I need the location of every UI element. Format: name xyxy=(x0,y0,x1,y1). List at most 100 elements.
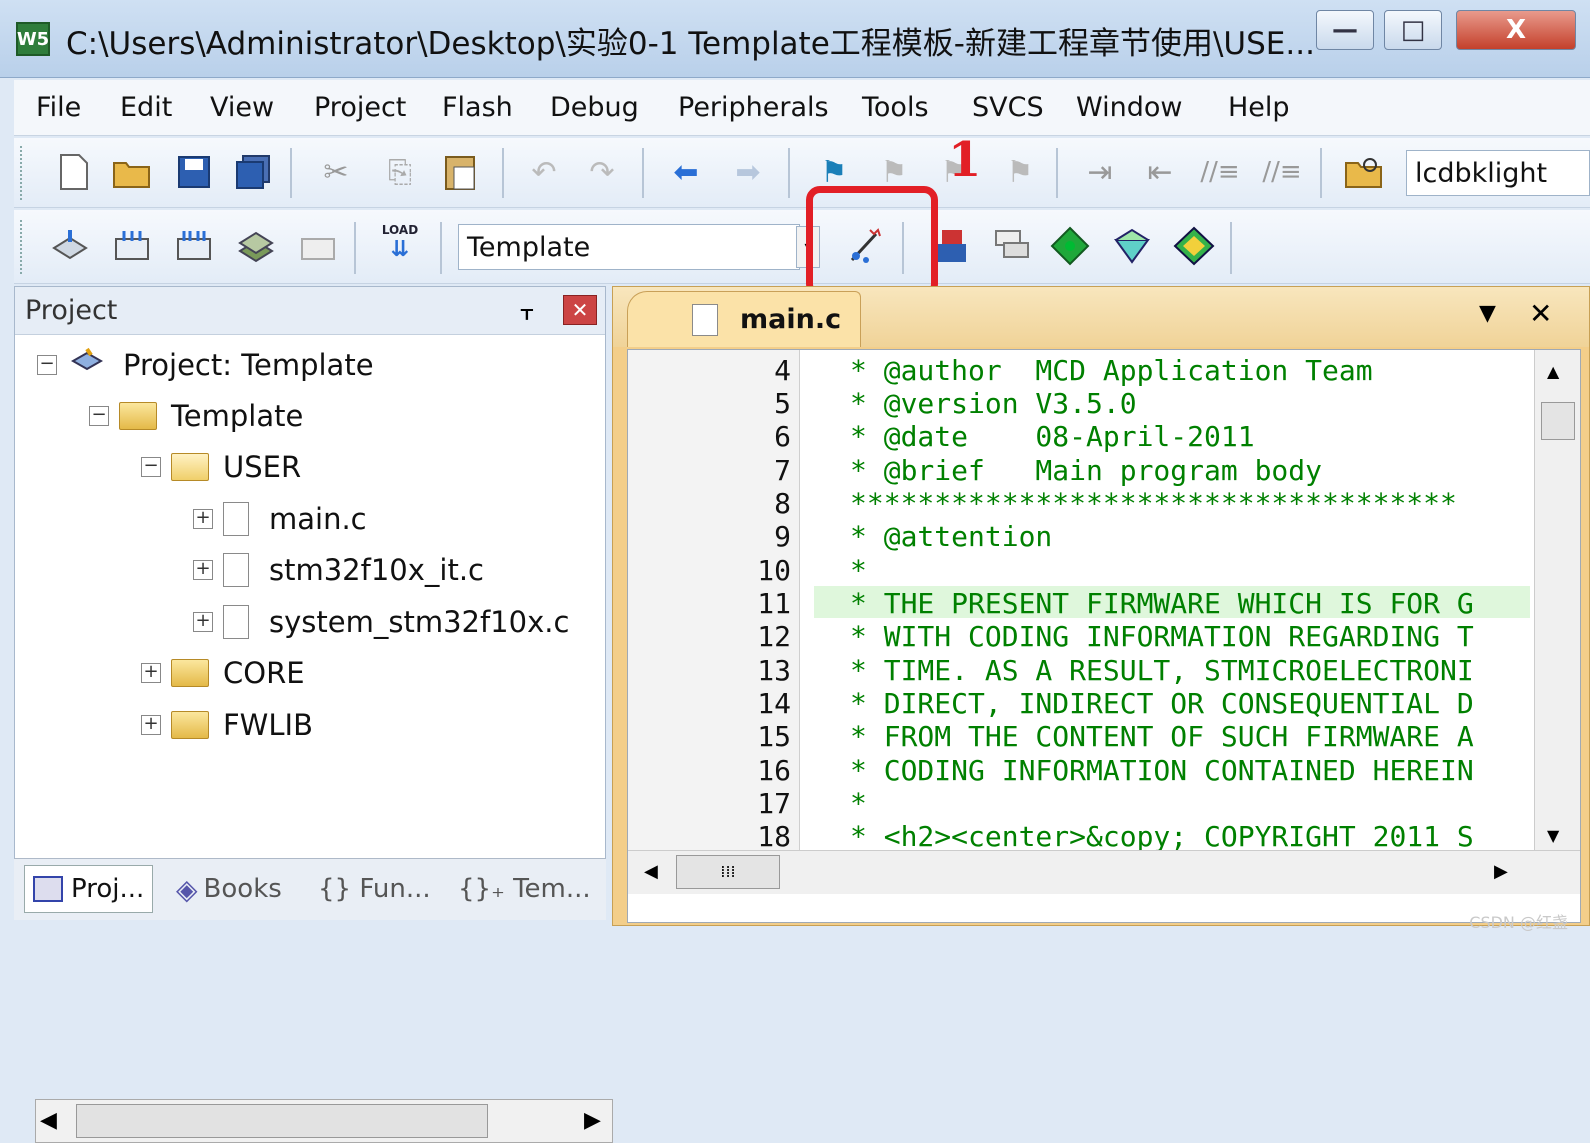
menu-edit[interactable]: Edit xyxy=(120,92,172,123)
annotation-number: 1 xyxy=(948,132,982,188)
save-all-icon[interactable] xyxy=(232,150,276,194)
menu-svcs[interactable]: SVCS xyxy=(972,92,1044,123)
find-in-files-icon[interactable] xyxy=(1342,150,1386,194)
tab-label: {} Fun... xyxy=(318,874,431,904)
scroll-up-icon[interactable]: ▲ xyxy=(1547,362,1559,381)
tree-item-label: USER xyxy=(223,450,302,484)
menu-project[interactable]: Project xyxy=(314,92,406,123)
code-line: * CODING INFORMATION CONTAINED HEREIN xyxy=(850,754,1474,787)
scroll-right-icon[interactable]: ▶ xyxy=(584,1108,601,1133)
expand-icon[interactable]: + xyxy=(193,612,213,632)
comment-icon[interactable]: //≡ xyxy=(1198,150,1242,194)
collapse-icon[interactable]: − xyxy=(37,355,57,375)
menu-tools[interactable]: Tools xyxy=(862,92,929,123)
toolbar-grip[interactable] xyxy=(20,220,24,274)
code-horizontal-scrollbar[interactable]: ◀ ⁞⁞⁞ ▶ xyxy=(628,850,1580,894)
tree-item-label: Template xyxy=(171,399,304,433)
uncomment-icon[interactable]: //≡ xyxy=(1260,150,1304,194)
paste-icon[interactable] xyxy=(438,150,482,194)
stop-build-icon[interactable] xyxy=(296,224,340,268)
manage-runtime-icon[interactable] xyxy=(990,224,1034,268)
toolbar-grip[interactable] xyxy=(20,146,24,200)
expand-icon[interactable]: + xyxy=(141,663,161,683)
select-packs-icon[interactable] xyxy=(1048,224,1092,268)
panel-close-icon[interactable]: ✕ xyxy=(563,295,597,325)
undo-icon[interactable]: ↶ xyxy=(522,150,566,194)
menu-flash[interactable]: Flash xyxy=(442,92,513,123)
redo-icon[interactable]: ↷ xyxy=(580,150,624,194)
close-tab-icon[interactable]: ✕ xyxy=(1529,297,1552,330)
new-file-icon[interactable] xyxy=(52,150,96,194)
scroll-left-icon[interactable]: ◀ xyxy=(644,861,658,882)
tree-horizontal-scrollbar[interactable]: ◀ ▶ xyxy=(35,1099,613,1143)
scroll-right-icon[interactable]: ▶ xyxy=(1494,861,1508,882)
menu-peripherals[interactable]: Peripherals xyxy=(678,92,829,123)
tree-item-file[interactable]: + main.c xyxy=(193,502,367,536)
scrollbar-thumb[interactable]: ⁞⁞⁞ xyxy=(676,855,780,889)
tab-books[interactable]: ◈ Books xyxy=(168,865,290,913)
menu-view[interactable]: View xyxy=(210,92,274,123)
tab-templates[interactable]: {}₊ Tem... xyxy=(450,865,599,913)
navigate-back-icon[interactable]: ⬅ xyxy=(664,150,708,194)
tab-project[interactable]: Proj... xyxy=(24,865,154,913)
indent-icon[interactable]: ⇥ xyxy=(1078,150,1122,194)
line-number: 18 xyxy=(757,820,791,853)
close-window-button[interactable]: X xyxy=(1456,10,1576,50)
target-folder-icon xyxy=(119,402,157,430)
code-vertical-scrollbar[interactable]: ▲ ▼ xyxy=(1534,350,1580,850)
tree-item-file[interactable]: + system_stm32f10x.c xyxy=(193,605,569,639)
tree-item-target[interactable]: − Template xyxy=(89,399,303,433)
toolbar-separator xyxy=(1320,148,1322,198)
expand-icon[interactable]: + xyxy=(193,560,213,580)
tab-main-c[interactable]: main.c xyxy=(627,291,861,347)
scrollbar-thumb[interactable] xyxy=(76,1104,488,1138)
keil-app-icon: W5 xyxy=(16,22,50,56)
tree-item-file[interactable]: + stm32f10x_it.c xyxy=(193,553,484,587)
manage-components-icon[interactable] xyxy=(1172,224,1216,268)
code-line: * <h2><center>&copy; COPYRIGHT 2011 S xyxy=(850,820,1474,853)
open-folder-icon[interactable] xyxy=(110,150,154,194)
code-line: * @version V3.5.0 xyxy=(850,387,1137,420)
save-icon[interactable] xyxy=(172,150,216,194)
copy-icon[interactable]: ⎘ xyxy=(378,150,422,194)
batch-build-icon[interactable] xyxy=(234,224,278,268)
download-icon[interactable]: LOAD ⇊ xyxy=(378,220,422,264)
translate-icon[interactable] xyxy=(48,224,92,268)
menu-file[interactable]: File xyxy=(36,92,81,123)
find-text-combo[interactable]: lcdbklight xyxy=(1406,150,1590,196)
editor-tab-label: main.c xyxy=(740,304,842,335)
target-select[interactable]: Template xyxy=(458,224,800,270)
collapse-icon[interactable]: − xyxy=(89,406,109,426)
tree-item-group-user[interactable]: − USER xyxy=(141,450,301,484)
bookmark-clear-icon[interactable]: ⚑ xyxy=(998,150,1042,194)
line-number: 16 xyxy=(757,754,791,787)
code-editor[interactable]: 4 5 6 7 8 9 10 11 12 13 14 15 16 17 18 *… xyxy=(627,349,1581,923)
expand-icon[interactable]: + xyxy=(193,509,213,529)
c-file-icon xyxy=(223,605,249,639)
tree-item-label: Project: Template xyxy=(123,348,374,382)
minimize-button[interactable]: — xyxy=(1316,10,1374,50)
tab-list-dropdown-icon[interactable]: ▼ xyxy=(1479,301,1496,326)
build-icon[interactable] xyxy=(110,224,154,268)
pin-icon[interactable]: ᚁ xyxy=(521,295,533,323)
menu-help[interactable]: Help xyxy=(1228,92,1290,123)
tree-item-group-core[interactable]: + CORE xyxy=(141,656,305,690)
unindent-icon[interactable]: ⇤ xyxy=(1138,150,1182,194)
tree-item-group-fwlib[interactable]: + FWLIB xyxy=(141,708,313,742)
scroll-down-icon[interactable]: ▼ xyxy=(1547,826,1559,845)
scroll-left-icon[interactable]: ◀ xyxy=(40,1108,57,1133)
pack-installer-icon[interactable] xyxy=(1110,224,1154,268)
tab-functions[interactable]: {} Fun... xyxy=(310,865,439,913)
menu-debug[interactable]: Debug xyxy=(550,92,639,123)
menu-window[interactable]: Window xyxy=(1076,92,1182,123)
rebuild-icon[interactable] xyxy=(172,224,216,268)
maximize-button[interactable]: □ xyxy=(1384,10,1442,50)
cut-icon[interactable]: ✂ xyxy=(314,150,358,194)
expand-icon[interactable]: + xyxy=(141,715,161,735)
collapse-icon[interactable]: − xyxy=(141,457,161,477)
tree-item-project[interactable]: − Project: Template xyxy=(37,347,374,383)
scrollbar-thumb[interactable] xyxy=(1541,402,1575,440)
navigate-forward-icon[interactable]: ➡ xyxy=(726,150,770,194)
code-line: * THE PRESENT FIRMWARE WHICH IS FOR G xyxy=(850,587,1474,620)
editor-area: main.c ▼ ✕ 4 5 6 7 8 9 10 11 12 13 14 15… xyxy=(612,286,1590,926)
